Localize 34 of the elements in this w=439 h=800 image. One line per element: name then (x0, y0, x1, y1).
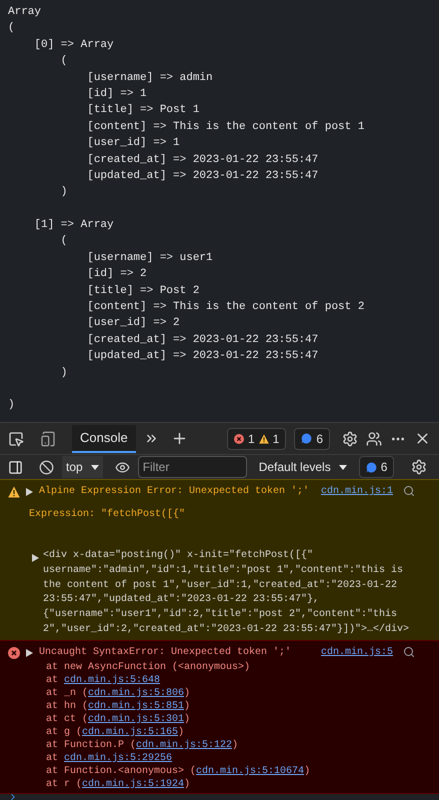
stack-frame: at hn (cdn.min.js:5:851) (46, 700, 431, 713)
problems-counter[interactable]: 1 1 (226, 428, 286, 450)
stack-frame: at cdn.min.js:5:29256 (46, 752, 431, 765)
stack-link[interactable]: cdn.min.js:5:301 (88, 714, 184, 725)
source-link[interactable]: cdn.min.js:5 (320, 644, 393, 661)
stack-frame: at r (cdn.min.js:5:1924) (46, 778, 431, 791)
filter-field[interactable]: Filter (138, 456, 247, 478)
stack-link[interactable]: cdn.min.js:5:648 (64, 674, 160, 686)
context-dropdown[interactable]: top (62, 456, 103, 478)
element-code[interactable]: <div x-data="posting()" x-init="fetchPost([{" username":"admin","id":1,"title":"post 1","content":"this is the content of post 1","user_id":1,"created_at":"2023-01-22 23:55:47","updated_at":"2023-01-22 23:55:47"}, {"username":"user1","id":2,"title":"post 2","content":"this 2","user_id":2,"created_at":"2023-01-22 23:55:47"}])">…</div> (43, 549, 410, 638)
message-text: Alpine Expression Error: Unexpected token ';' (39, 484, 310, 499)
devtools-tab[interactable]: Console (72, 424, 136, 452)
stack-frame: at Function.<anonymous> (cdn.min.js:5:10674) (46, 764, 431, 778)
expression-text: Expression: "fetchPost([{" (28, 508, 186, 522)
stack-link[interactable]: cdn.min.js:5:29256 (64, 752, 172, 764)
log-levels-dropdown[interactable]: Default levels (258, 458, 347, 476)
message-counter[interactable]: 6 (294, 428, 330, 450)
stack-frame: at _n (cdn.min.js:5:806) (46, 686, 431, 700)
stack-link[interactable]: cdn.min.js:5:122 (136, 740, 232, 751)
stack-frame: at new AsyncFunction (<anonymous>) (46, 660, 431, 674)
source-link[interactable]: cdn.min.js:1 (320, 483, 393, 500)
warning-count: 1 (272, 430, 280, 448)
stack-link[interactable]: cdn.min.js:5:10674 (196, 766, 304, 777)
stack-link[interactable]: cdn.min.js:5:165 (82, 726, 178, 738)
message-text: Uncaught SyntaxError: Unexpected token ';' (39, 646, 292, 660)
stack-link[interactable]: cdn.min.js:5:1924 (82, 778, 184, 790)
error-count: 1 (248, 430, 255, 448)
stack-link[interactable]: cdn.min.js:5:806 (88, 688, 184, 699)
stack-frame: at ct (cdn.min.js:5:301) (46, 712, 431, 726)
stack-frame: at g (cdn.min.js:5:165) (46, 726, 431, 739)
stack-frame: at cdn.min.js:5:648 (46, 674, 431, 687)
stack-frame: at Function.P (cdn.min.js:5:122) (46, 738, 431, 752)
stack-link[interactable]: cdn.min.js:5:851 (88, 700, 184, 712)
issues-counter[interactable]: 6 (358, 456, 394, 478)
